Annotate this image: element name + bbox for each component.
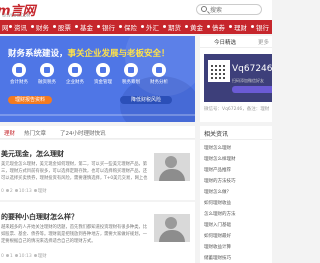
- feature-label: 会计财务: [10, 80, 28, 85]
- wechat-subtitle: 扫码添加微信好友: [232, 78, 264, 83]
- banner-feature: 会计财务: [8, 63, 30, 85]
- article-tag[interactable]: 理财: [38, 189, 47, 194]
- nav-item[interactable]: 银行: [97, 22, 115, 32]
- search-box[interactable]: 搜索: [196, 4, 262, 15]
- feature-icon: [12, 63, 26, 77]
- feature-label: 融资税务: [38, 80, 56, 85]
- related-item[interactable]: 理财产品推荐: [204, 167, 231, 173]
- banner-button-left[interactable]: 理财报告资料: [8, 96, 52, 104]
- tab-hot[interactable]: 热门文章: [24, 129, 46, 137]
- nav-item[interactable]: 外汇: [141, 22, 159, 32]
- banner-feature: 企业财务: [64, 63, 86, 85]
- nav-item[interactable]: 债券: [207, 22, 225, 32]
- side-tab-today[interactable]: 今日精选: [214, 38, 236, 46]
- article-title[interactable]: 美元现金，怎么理财: [1, 149, 64, 159]
- article-tag[interactable]: 理财: [38, 254, 47, 259]
- side-tabs: 今日精选 更多: [200, 36, 272, 48]
- tab-finance[interactable]: 理财: [4, 129, 16, 141]
- banner-title: 财务系统建设，事关企业发展与老板安全！: [8, 47, 170, 59]
- related-item[interactable]: 理财入门基础: [204, 222, 231, 228]
- banner-title-main: 财务系统建设，: [8, 49, 68, 59]
- meta-dot-icon: [5, 254, 9, 257]
- site-header: m言网 W.WCUO.COM 搜索: [0, 0, 272, 20]
- wechat-button[interactable]: [232, 86, 272, 93]
- related-item[interactable]: 如何理财收益: [204, 200, 231, 206]
- banner-feature: 税务筹划: [120, 63, 142, 85]
- search-label: 搜索: [210, 7, 223, 14]
- article-item[interactable]: 的要种小白理财怎么样？ 越来越多的人开始关注理财的话题，首先我们都知道投资理财有…: [0, 202, 195, 263]
- article-views: 1: [9, 254, 13, 259]
- promo-banner[interactable]: 财务系统建设，事关企业发展与老板安全！ 会计财务 融资税务 企业财务 资金管理 …: [0, 36, 195, 122]
- article-date: 0: [1, 189, 4, 194]
- qr-code-icon: [208, 60, 230, 82]
- search-icon[interactable]: [201, 6, 207, 12]
- feature-icon: [40, 63, 54, 77]
- related-news: 相关资讯 理财怎么理财 理财怎么样理财 理财产品推荐 理财的方法技巧 理财怎么做…: [200, 126, 272, 263]
- meta-dot-icon: [5, 189, 9, 192]
- nav-item[interactable]: 基金: [75, 22, 93, 32]
- meta-dot-icon: [33, 254, 37, 257]
- article-time: 10:13: [18, 189, 32, 194]
- article-date: 0: [1, 254, 4, 259]
- banner-feature: 财务分析: [148, 63, 170, 85]
- article-desc: 美元现金怎么理财，美元现金如何理财，第二，可以买一些美元理财产品，第三，理财方式…: [1, 162, 148, 181]
- article-thumbnail[interactable]: [154, 214, 190, 242]
- article-title[interactable]: 的要种小白理财怎么样？: [1, 212, 78, 222]
- related-heading: 相关资讯: [204, 131, 229, 138]
- wechat-id: Vq67246: [232, 64, 272, 74]
- article-thumbnail[interactable]: [154, 153, 190, 181]
- feature-icon: [152, 63, 166, 77]
- nav-item[interactable]: 股票: [53, 22, 71, 32]
- wechat-promo[interactable]: Vq67246 扫码添加微信好友: [204, 54, 272, 102]
- nav-item[interactable]: 财务: [31, 22, 49, 32]
- banner-feature: 融资税务: [36, 63, 58, 85]
- related-item[interactable]: 理财怎么样理财: [204, 156, 236, 162]
- meta-dot-icon: [14, 189, 18, 192]
- main-nav: 网 资讯 财务 股票 基金 银行 保险 外汇 期货 黄金 债券 理财 银行: [0, 20, 272, 34]
- banner-title-highlight: 事关企业发展与老板安全！: [67, 49, 170, 59]
- feature-label: 财务分析: [150, 80, 168, 85]
- feature-label: 企业财务: [66, 80, 84, 85]
- related-item[interactable]: 储蓄理财技巧: [204, 255, 231, 261]
- meta-dot-icon: [33, 189, 37, 192]
- feature-label: 资金管理: [94, 80, 112, 85]
- nav-item[interactable]: 黄金: [185, 22, 203, 32]
- banner-divider: [0, 114, 195, 116]
- nav-item[interactable]: 网: [2, 22, 9, 32]
- article-time: 10:13: [18, 254, 32, 259]
- related-item[interactable]: 如何理财最好: [204, 233, 231, 239]
- page: m言网 W.WCUO.COM 搜索 网 资讯 财务 股票 基金 银行 保险 外汇…: [0, 0, 272, 263]
- side-tab-more[interactable]: 更多: [258, 38, 269, 46]
- article-views: 2: [9, 189, 13, 194]
- nav-item[interactable]: 银行: [251, 22, 269, 32]
- related-item[interactable]: 理财怎么理财: [204, 145, 231, 151]
- related-item[interactable]: 理财的方法技巧: [204, 178, 236, 184]
- feature-icon: [68, 63, 82, 77]
- meta-dot-icon: [14, 254, 18, 257]
- nav-item[interactable]: 保险: [119, 22, 137, 32]
- nav-item[interactable]: 理财: [229, 22, 247, 32]
- site-domain: W.WCUO.COM: [2, 13, 31, 18]
- nav-item[interactable]: 资讯: [9, 22, 27, 32]
- banner-feature: 资金管理: [92, 63, 114, 85]
- banner-button-right[interactable]: 降低财税风险: [120, 96, 172, 104]
- article-meta: 0 1 10:13 理财: [1, 253, 47, 259]
- related-item[interactable]: 理财收益计算: [204, 244, 231, 250]
- tab-24h[interactable]: 了24小时理财快讯: [60, 129, 106, 137]
- feature-icon: [124, 63, 138, 77]
- article-meta: 0 2 10:13 理财: [1, 188, 47, 194]
- related-divider: [200, 139, 272, 140]
- feature-label: 税务筹划: [122, 80, 140, 85]
- article-desc: 越来越多的人开始关注理财的话题，首先我们都知道投资理财有很多种类，比如股票、基金…: [1, 225, 148, 244]
- related-item[interactable]: 理财怎么做？: [204, 189, 231, 195]
- nav-item[interactable]: 期货: [163, 22, 181, 32]
- related-item[interactable]: 怎么理财的方法: [204, 211, 236, 217]
- wechat-footer: 微信号：Vq67246，备注：理财: [204, 107, 270, 112]
- side-promo-card: 今日精选 更多 Vq67246 扫码添加微信好友 微信号：Vq67246，备注：…: [200, 36, 272, 122]
- article-tabs: 理财 热门文章 了24小时理财快讯: [0, 126, 195, 141]
- article-item[interactable]: 美元现金，怎么理财 美元现金怎么理财，美元现金如何理财，第二，可以买一些美元理财…: [0, 140, 195, 200]
- feature-icon: [96, 63, 110, 77]
